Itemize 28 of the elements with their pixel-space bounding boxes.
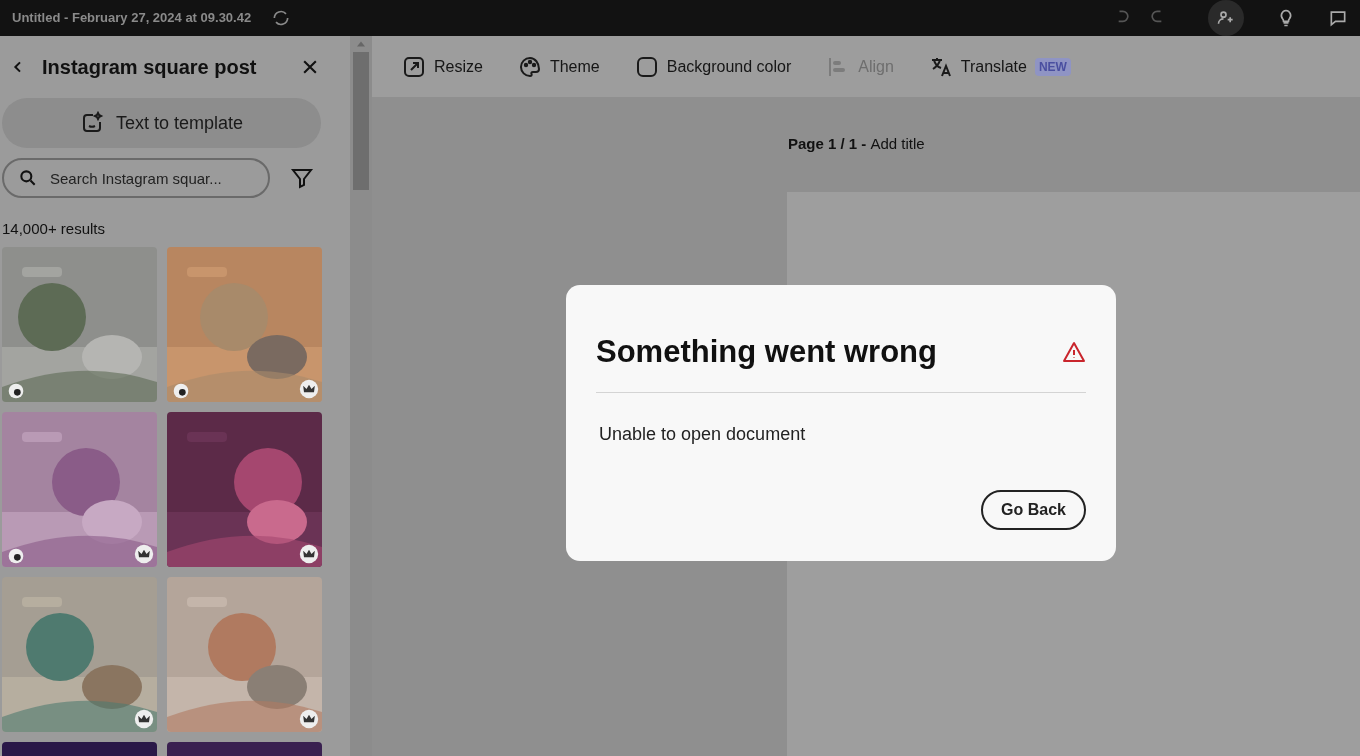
go-back-button[interactable]: Go Back [981,489,1086,530]
text-to-template-button[interactable]: Text to template [2,98,321,148]
search-icon [18,168,38,188]
toolbar-label: Background color [666,56,792,77]
toolbar-item[interactable]: Resize [402,54,483,79]
panel-title: Instagram square post [42,55,258,80]
add-title-link[interactable]: Add title [870,133,925,156]
document-title: Untitled - February 27, 2024 at 09.30.42 [12,9,252,28]
toolbar-label: Translate [960,56,1027,77]
new-badge: NEW [1034,57,1071,76]
scrollbar-thumb[interactable] [353,52,369,190]
warning-icon [1062,340,1086,365]
toolbar-item[interactable]: Background color [634,54,792,79]
invite-button[interactable] [1208,0,1244,36]
search-field[interactable]: Search Instagram squar... [2,158,270,198]
comment-icon[interactable] [1328,8,1348,28]
filter-icon[interactable] [290,166,314,190]
results-count: 14,000+ results [2,219,106,239]
square-icon [634,54,659,79]
resize-icon [402,54,426,79]
toolbar-item[interactable]: Translate NEW [928,54,1071,79]
page-label: Page 1 / 1 - [788,134,867,155]
toolbar-label: Theme [549,56,600,77]
toolbar-label: Resize [434,56,483,77]
dialog-message: Unable to open document [599,422,807,446]
dialog-title: Something went wrong [596,333,937,371]
toolbar-item[interactable]: Theme [517,54,600,79]
palette-icon [517,54,542,79]
